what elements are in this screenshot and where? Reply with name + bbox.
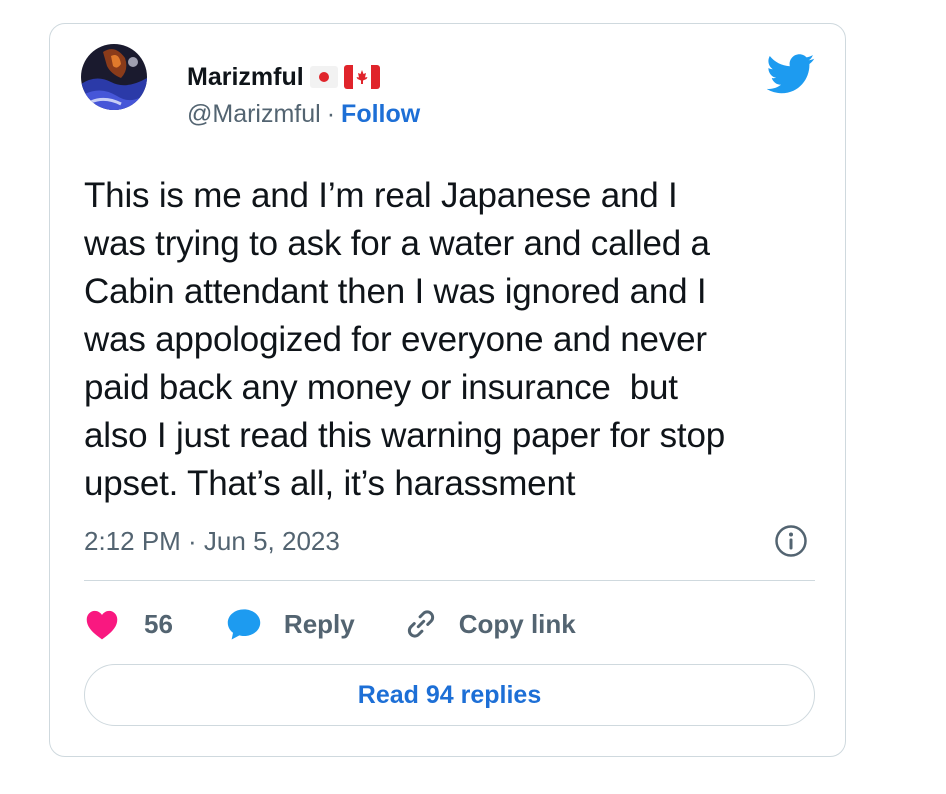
read-replies-button[interactable]: Read 94 replies [84,664,815,726]
handle-separator: · [326,100,336,128]
like-count: 56 [144,608,173,639]
info-icon[interactable] [774,524,808,558]
canada-flag-icon [343,65,380,89]
reply-button[interactable]: Reply [225,607,355,641]
author-handle-row: @Marizmful · Follow [187,100,420,129]
divider [84,580,815,581]
twitter-bird-icon[interactable] [766,54,815,94]
tweet-timestamp[interactable]: 2:12 PM · Jun 5, 2023 [84,526,340,557]
japan-flag-icon [309,66,338,88]
tweet-text: This is me and I’m real Japanese and I w… [84,176,725,503]
copy-link-label: Copy link [458,608,576,639]
author-handle[interactable]: @Marizmful [187,100,321,129]
author-name-row: Marizmful [187,62,380,92]
tweet-card: Marizmful @Marizmful · Follow This is me… [49,23,846,757]
action-bar: 56 Reply Copy link [84,604,576,644]
link-icon [407,610,434,638]
speech-bubble-icon [227,609,261,640]
copy-link-button[interactable]: Copy link [403,606,576,642]
reply-label: Reply [283,608,355,639]
avatar[interactable] [81,44,147,110]
avatar-image [81,44,147,110]
heart-icon [86,610,118,640]
author-display-name[interactable]: Marizmful [187,63,304,92]
like-button[interactable]: 56 [84,608,173,640]
follow-link[interactable]: Follow [341,100,420,129]
